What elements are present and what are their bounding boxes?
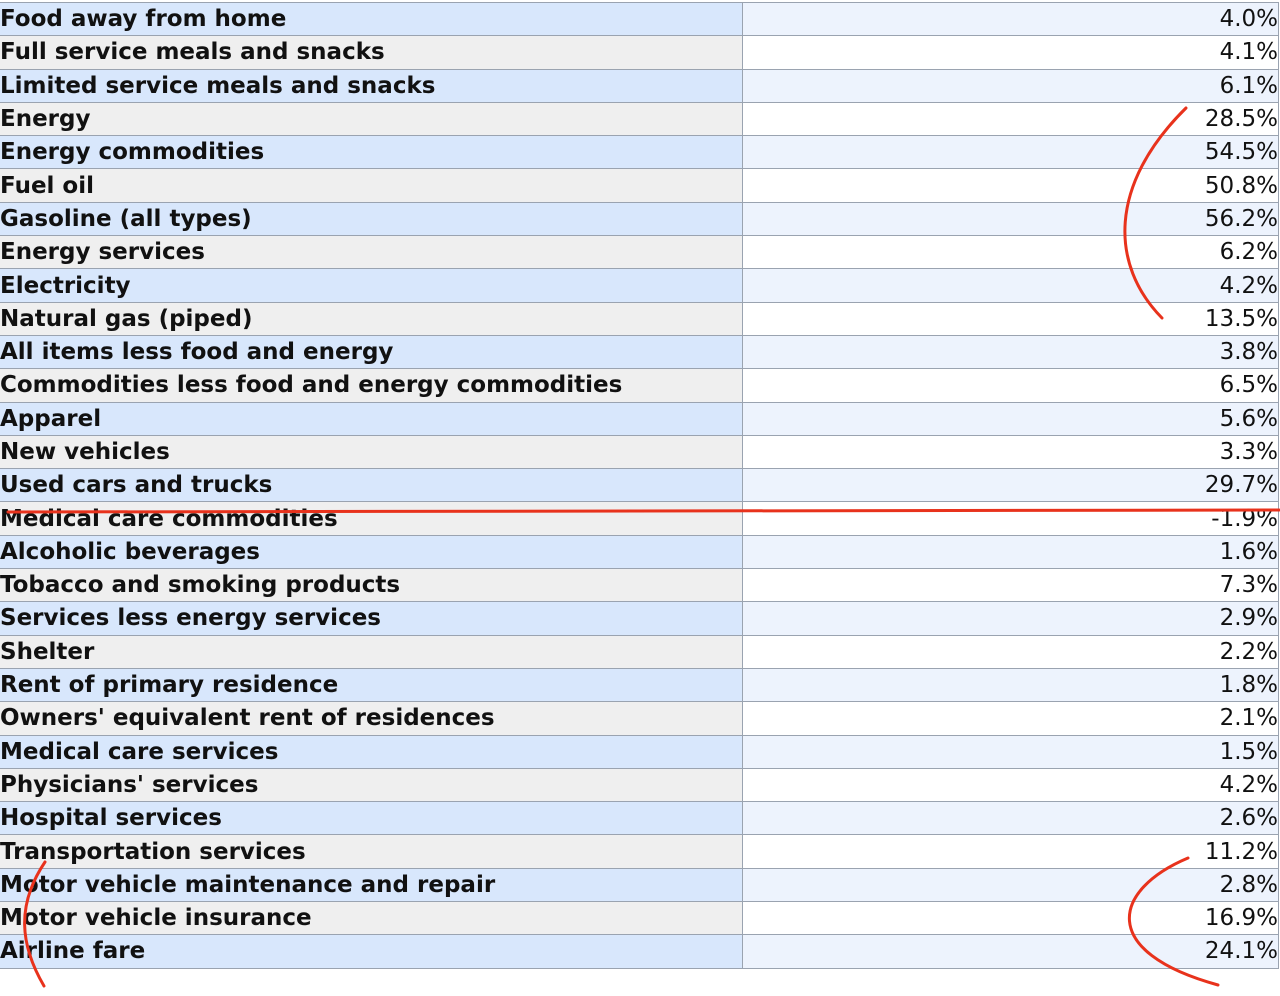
category-label: Food away from home <box>0 1 743 37</box>
category-label: Apparel <box>0 401 743 436</box>
category-label: Energy <box>0 101 743 137</box>
percent-change-value: 4.2% <box>742 268 1279 303</box>
table-row: Airline fare 24.1% <box>0 934 1279 969</box>
table-row: Electricity 4.2% <box>0 268 1279 303</box>
category-label: Airline fare <box>0 934 743 969</box>
table-row: Energy commodities 54.5% <box>0 135 1279 170</box>
table-row: Energy 28.5% <box>0 101 1279 137</box>
table-row: Medical care services 1.5% <box>0 734 1279 769</box>
table-row: Natural gas (piped) 13.5% <box>0 301 1279 336</box>
table-row: Commodities less food and energy commodi… <box>0 368 1279 403</box>
table-row: Used cars and trucks 29.7% <box>0 468 1279 503</box>
category-label: Full service meals and snacks <box>0 35 743 70</box>
table-row: All items less food and energy 3.8% <box>0 334 1279 370</box>
percent-change-value: 28.5% <box>742 101 1279 137</box>
category-label: Services less energy services <box>0 601 743 636</box>
cpi-table-view: Food away from home 4.0% Full service meal… <box>0 0 1280 996</box>
category-label: Physicians' services <box>0 767 743 803</box>
table-row: Food away from home 4.0% <box>0 1 1279 37</box>
percent-change-value: 5.6% <box>742 401 1279 436</box>
category-label: Used cars and trucks <box>0 468 743 503</box>
percent-change-value: 16.9% <box>742 901 1279 936</box>
category-label: Limited service meals and snacks <box>0 68 743 103</box>
percent-change-value: 13.5% <box>742 301 1279 336</box>
category-label: Hospital services <box>0 801 743 836</box>
category-label: New vehicles <box>0 434 743 470</box>
percent-change-value: 2.1% <box>742 701 1279 736</box>
percent-change-value: 24.1% <box>742 934 1279 969</box>
percent-change-value: 50.8% <box>742 168 1279 203</box>
percent-change-value: 4.2% <box>742 767 1279 803</box>
table-row: Fuel oil 50.8% <box>0 168 1279 203</box>
table-row: Energy services 6.2% <box>0 235 1279 270</box>
table-row: Transportation services 11.2% <box>0 834 1279 869</box>
percent-change-value: 54.5% <box>742 135 1279 170</box>
category-label: Transportation services <box>0 834 743 869</box>
category-label: Motor vehicle insurance <box>0 901 743 936</box>
category-label: Fuel oil <box>0 168 743 203</box>
table-row: Services less energy services 2.9% <box>0 601 1279 636</box>
percent-change-value: 6.1% <box>742 68 1279 103</box>
table-row: Rent of primary residence 1.8% <box>0 667 1279 703</box>
category-label: Electricity <box>0 268 743 303</box>
table-row: New vehicles 3.3% <box>0 434 1279 470</box>
table-row: Medical care commodities -1.9% <box>0 501 1279 536</box>
category-label: Motor vehicle maintenance and repair <box>0 867 743 903</box>
percent-change-value: 56.2% <box>742 201 1279 237</box>
category-label: Energy services <box>0 235 743 270</box>
category-label: Shelter <box>0 634 743 669</box>
percent-change-value: 4.0% <box>742 1 1279 37</box>
percent-change-value: 2.2% <box>742 634 1279 669</box>
category-label: Medical care commodities <box>0 501 743 536</box>
percent-change-value: 3.3% <box>742 434 1279 470</box>
table-body: Food away from home 4.0% Full service meal… <box>0 1 1279 969</box>
category-label: Rent of primary residence <box>0 667 743 703</box>
table-row: Tobacco and smoking products 7.3% <box>0 568 1279 603</box>
percent-change-value: 1.8% <box>742 667 1279 703</box>
percent-change-value: 2.9% <box>742 601 1279 636</box>
percent-change-value: 6.2% <box>742 235 1279 270</box>
percent-change-value: 4.1% <box>742 35 1279 70</box>
table-row: Gasoline (all types) 56.2% <box>0 201 1279 237</box>
percent-change-value: 11.2% <box>742 834 1279 869</box>
table-row: Physicians' services 4.2% <box>0 767 1279 803</box>
table-row: Apparel 5.6% <box>0 401 1279 436</box>
category-label: Energy commodities <box>0 135 743 170</box>
percent-change-value: 2.8% <box>742 867 1279 903</box>
category-label: Gasoline (all types) <box>0 201 743 237</box>
category-label: Natural gas (piped) <box>0 301 743 336</box>
percent-change-value: 7.3% <box>742 568 1279 603</box>
percent-change-value: 3.8% <box>742 334 1279 370</box>
table-row: Hospital services 2.6% <box>0 801 1279 836</box>
table-row: Full service meals and snacks 4.1% <box>0 35 1279 70</box>
category-label: Alcoholic beverages <box>0 534 743 570</box>
table-row: Limited service meals and snacks 6.1% <box>0 68 1279 103</box>
table-row: Motor vehicle insurance 16.9% <box>0 901 1279 936</box>
percent-change-value: 29.7% <box>742 468 1279 503</box>
category-label: All items less food and energy <box>0 334 743 370</box>
percent-change-value: 1.5% <box>742 734 1279 769</box>
percent-change-value: -1.9% <box>742 501 1279 536</box>
category-label: Owners' equivalent rent of residences <box>0 701 743 736</box>
percent-change-value: 6.5% <box>742 368 1279 403</box>
table-row: Alcoholic beverages 1.6% <box>0 534 1279 570</box>
category-label: Commodities less food and energy commodi… <box>0 368 743 403</box>
table-row: Motor vehicle maintenance and repair 2.8% <box>0 867 1279 903</box>
percent-change-value: 1.6% <box>742 534 1279 570</box>
table-row: Owners' equivalent rent of residences 2.1… <box>0 701 1279 736</box>
cpi-category-table: Food away from home 4.0% Full service meal… <box>0 1 1279 969</box>
table-row: Shelter 2.2% <box>0 634 1279 669</box>
category-label: Tobacco and smoking products <box>0 568 743 603</box>
percent-change-value: 2.6% <box>742 801 1279 836</box>
category-label: Medical care services <box>0 734 743 769</box>
